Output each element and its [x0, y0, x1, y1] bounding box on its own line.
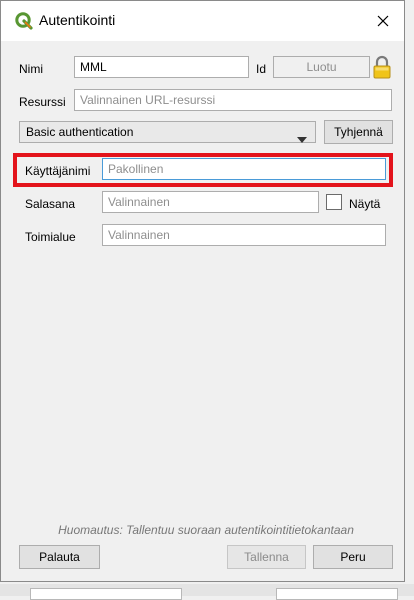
password-input[interactable]	[102, 191, 319, 213]
name-label: Nimi	[19, 62, 43, 76]
resource-label: Resurssi	[19, 95, 66, 109]
qgis-logo-icon	[15, 12, 33, 30]
show-password-checkbox[interactable]	[326, 194, 342, 210]
auth-method-value: Basic authentication	[26, 125, 134, 139]
show-password-label: Näytä	[349, 197, 381, 211]
resource-input[interactable]	[74, 89, 392, 111]
background-field	[276, 588, 398, 600]
background-field	[30, 588, 182, 600]
auth-method-select[interactable]: Basic authentication	[19, 121, 316, 143]
chevron-down-icon	[297, 129, 307, 149]
close-button[interactable]	[363, 7, 403, 35]
window-title: Autentikointi	[39, 12, 116, 28]
username-label: Käyttäjänimi	[25, 164, 91, 178]
title-bar: Autentikointi	[1, 1, 404, 41]
realm-label: Toimialue	[25, 230, 76, 244]
cancel-button[interactable]: Peru	[313, 545, 393, 569]
reset-button[interactable]: Palauta	[19, 545, 100, 569]
username-input[interactable]	[102, 158, 386, 180]
name-input[interactable]	[74, 56, 249, 78]
storage-note: Huomautus: Tallentuu suoraan autentikoin…	[58, 523, 354, 537]
authentication-dialog: Autentikointi Nimi Id Resurssi Basic aut…	[0, 0, 405, 582]
id-label: Id	[256, 62, 267, 76]
lock-icon[interactable]	[372, 55, 392, 79]
clear-button[interactable]: Tyhjennä	[324, 120, 393, 144]
realm-input[interactable]	[102, 224, 386, 246]
id-input[interactable]	[273, 56, 370, 78]
password-label: Salasana	[25, 197, 76, 211]
save-button[interactable]: Tallenna	[227, 545, 306, 569]
close-icon	[377, 15, 389, 27]
